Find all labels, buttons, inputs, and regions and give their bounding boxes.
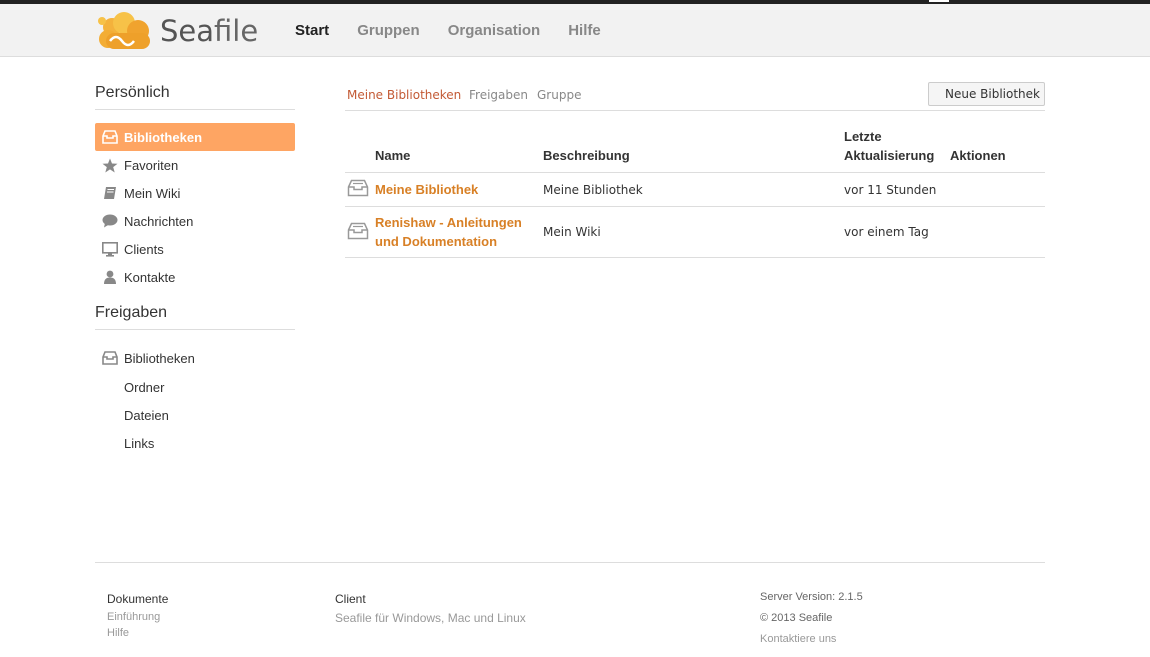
table-cell-description: Meine Bibliothek <box>543 172 844 207</box>
main-content: Meine Bibliotheken Freigaben Gruppe Neue… <box>345 82 1045 258</box>
sidebar-item-links[interactable]: Links <box>95 429 295 457</box>
table-cell-description: Mein Wiki <box>543 206 844 258</box>
sidebar-item-label: Bibliotheken <box>124 350 195 366</box>
table-cell-actions <box>950 172 1045 207</box>
footer-divider <box>95 562 1045 563</box>
star-icon <box>101 157 119 173</box>
table-cell-icon <box>345 206 375 258</box>
tab-gruppe[interactable]: Gruppe <box>537 88 581 102</box>
table-header-icon <box>345 127 375 173</box>
footer-link-contact[interactable]: Kontaktiere uns <box>760 633 863 645</box>
library-icon <box>101 129 119 145</box>
nav-organisation[interactable]: Organisation <box>448 22 541 39</box>
table-cell-actions <box>950 206 1045 258</box>
footer-client: Client Seafile für Windows, Mac und Linu… <box>335 592 526 629</box>
library-link-line1: Renishaw - Anleitungen <box>375 215 522 230</box>
table-header-row: Name Beschreibung Letzte Aktualisierung … <box>345 127 1045 173</box>
table-cell-updated: vor 11 Stunden <box>844 172 950 207</box>
table-header-description: Beschreibung <box>543 127 844 173</box>
library-link[interactable]: Meine Bibliothek <box>375 182 478 197</box>
new-library-button[interactable]: Neue Bibliothek <box>928 82 1045 106</box>
seafile-logo[interactable]: Seafile <box>94 10 258 52</box>
sidebar-item-label: Clients <box>124 241 164 257</box>
footer-link-hilfe[interactable]: Hilfe <box>107 627 168 639</box>
table-header-updated-line1: Letzte <box>844 129 882 144</box>
logo-text: Seafile <box>160 14 258 48</box>
footer-documents-heading: Dokumente <box>107 592 169 606</box>
library-icon <box>347 179 369 200</box>
sidebar-item-label: Favoriten <box>124 157 179 173</box>
library-table: Name Beschreibung Letzte Aktualisierung … <box>345 127 1045 258</box>
top-border-marker <box>929 0 949 2</box>
chat-bubble-icon <box>101 213 119 229</box>
sidebar-item-bibliotheken[interactable]: Bibliotheken <box>95 123 295 151</box>
sidebar-item-label: Nachrichten <box>124 213 194 229</box>
tab-meine-bibliotheken[interactable]: Meine Bibliotheken <box>347 88 461 102</box>
table-cell-name: Renishaw - Anleitungen und Dokumentation <box>375 206 543 258</box>
sidebar-item-label: Mein Wiki <box>124 185 181 201</box>
sidebar-item-label: Ordner <box>124 379 165 395</box>
sidebar-item-kontakte[interactable]: Kontakte <box>95 263 295 291</box>
table-header-actions: Aktionen <box>950 127 1045 173</box>
library-icon <box>347 222 369 243</box>
sidebar: Persönlich Bibliotheken Favoriten Mein W… <box>95 84 295 457</box>
table-cell-updated: vor einem Tag <box>844 206 950 258</box>
footer-client-heading: Client <box>335 592 366 606</box>
table-row: Renishaw - Anleitungen und Dokumentation … <box>345 206 1045 258</box>
table-cell-name: Meine Bibliothek <box>375 172 543 207</box>
table-header-updated-line2: Aktualisierung <box>844 148 935 163</box>
sidebar-item-favoriten[interactable]: Favoriten <box>95 151 295 179</box>
sidebar-item-ordner[interactable]: Ordner <box>95 373 295 401</box>
cloud-logo-icon <box>98 12 150 49</box>
library-tabs: Meine Bibliotheken Freigaben Gruppe Neue… <box>345 82 1045 111</box>
table-cell-icon <box>345 172 375 207</box>
table-row: Meine Bibliothek Meine Bibliothek vor 11… <box>345 172 1045 207</box>
tab-freigaben[interactable]: Freigaben <box>469 88 528 102</box>
nav-gruppen[interactable]: Gruppen <box>357 22 420 39</box>
sidebar-item-label: Bibliotheken <box>124 129 203 145</box>
footer-server-version: Server Version: 2.1.5 <box>760 591 863 603</box>
sidebar-heading-shares: Freigaben <box>95 304 295 330</box>
footer-info: Server Version: 2.1.5 © 2013 Seafile Kon… <box>760 591 863 649</box>
monitor-icon <box>101 241 119 257</box>
footer-link-client-download[interactable]: Seafile für Windows, Mac und Linux <box>335 611 526 625</box>
user-icon <box>101 269 119 285</box>
sidebar-item-label: Links <box>124 435 155 451</box>
library-icon <box>101 350 119 366</box>
table-header-name: Name <box>375 127 543 173</box>
footer-documents: Dokumente Einführung Hilfe <box>107 592 168 643</box>
sidebar-item-label: Kontakte <box>124 269 176 285</box>
logo-text-sea: Sea <box>160 14 215 48</box>
logo-text-file: file <box>214 14 259 48</box>
library-link[interactable]: Renishaw - Anleitungen und Dokumentation <box>375 215 522 249</box>
sidebar-item-mein-wiki[interactable]: Mein Wiki <box>95 179 295 207</box>
sidebar-item-clients[interactable]: Clients <box>95 235 295 263</box>
sidebar-item-label: Dateien <box>124 407 169 423</box>
sidebar-heading-personal: Persönlich <box>95 84 295 110</box>
library-link-line2: und Dokumentation <box>375 234 498 249</box>
nav-start[interactable]: Start <box>295 22 329 39</box>
sidebar-item-nachrichten[interactable]: Nachrichten <box>95 207 295 235</box>
footer-link-einfuehrung[interactable]: Einführung <box>107 611 168 623</box>
header: Seafile Start Gruppen Organisation Hilfe <box>0 4 1150 57</box>
sidebar-item-dateien[interactable]: Dateien <box>95 401 295 429</box>
footer-copyright: © 2013 Seafile <box>760 612 833 624</box>
book-icon <box>101 185 119 201</box>
table-header-updated: Letzte Aktualisierung <box>844 127 950 173</box>
sidebar-item-shared-bibliotheken[interactable]: Bibliotheken <box>95 343 295 373</box>
top-navigation: Start Gruppen Organisation Hilfe <box>295 4 629 57</box>
nav-hilfe[interactable]: Hilfe <box>568 22 601 39</box>
